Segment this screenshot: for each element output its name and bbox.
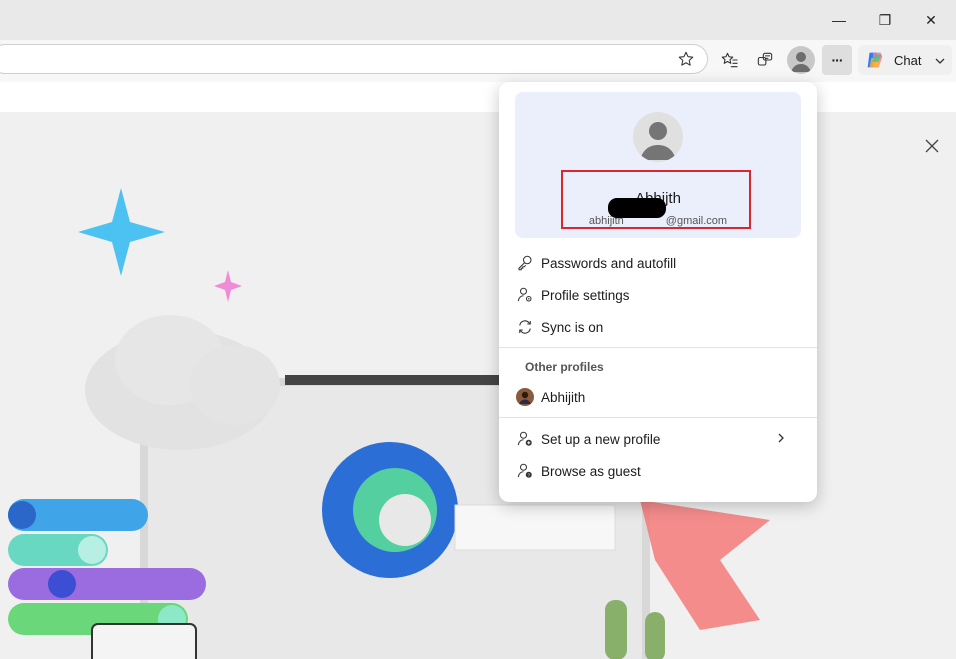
browse-as-guest-item[interactable]: ? Browse as guest xyxy=(515,456,801,486)
copilot-chat-button[interactable]: Chat xyxy=(858,45,952,75)
other-profile-name: Abhijith xyxy=(541,389,586,405)
close-icon: ✕ xyxy=(925,11,937,28)
close-window-button[interactable]: ✕ xyxy=(908,6,954,34)
profile-settings-label: Profile settings xyxy=(541,287,630,303)
address-bar[interactable] xyxy=(0,44,708,74)
menu-divider xyxy=(499,417,817,418)
key-icon xyxy=(518,255,532,271)
add-profile-icon xyxy=(517,431,532,446)
collections-icon xyxy=(757,52,773,66)
minimize-icon: — xyxy=(832,12,846,28)
sync-item[interactable]: Sync is on xyxy=(515,312,801,342)
setup-new-profile-item[interactable]: Set up a new profile xyxy=(515,424,801,454)
browse-as-guest-label: Browse as guest xyxy=(541,463,641,479)
collections-button[interactable] xyxy=(750,45,780,75)
profile-avatar-button[interactable] xyxy=(787,46,815,74)
copilot-icon xyxy=(867,52,883,68)
email-redaction xyxy=(608,198,666,218)
profile-settings-item[interactable]: Profile settings xyxy=(515,280,801,310)
title-bar: — ❐ ✕ xyxy=(0,0,956,40)
chevron-right-icon xyxy=(778,433,784,443)
more-icon: ··· xyxy=(831,52,844,68)
passwords-autofill-label: Passwords and autofill xyxy=(541,255,677,271)
favorite-star-button[interactable] xyxy=(671,44,701,74)
sync-label: Sync is on xyxy=(541,319,604,335)
restore-icon: ❐ xyxy=(878,11,892,28)
menu-divider xyxy=(499,347,817,348)
other-profiles-heading: Other profiles xyxy=(525,360,604,374)
other-profile-item[interactable]: Abhijith xyxy=(515,382,801,412)
profile-avatar xyxy=(633,112,683,162)
email-suffix: @gmail.com xyxy=(665,215,728,227)
close-icon xyxy=(925,139,939,153)
person-icon xyxy=(640,122,676,160)
guest-icon: ? xyxy=(517,463,532,478)
favorites-icon xyxy=(721,52,738,68)
sync-icon xyxy=(519,320,531,334)
restore-button[interactable]: ❐ xyxy=(862,6,908,34)
passwords-autofill-item[interactable]: Passwords and autofill xyxy=(515,248,801,278)
profile-photo-icon xyxy=(516,388,534,406)
person-icon xyxy=(791,52,811,72)
favorites-button[interactable] xyxy=(715,45,745,75)
chat-label: Chat xyxy=(894,52,922,68)
profile-menu: Abhijth abhijith@gmail.com Passwords and… xyxy=(499,82,817,502)
close-panel-button[interactable] xyxy=(918,132,946,160)
chevron-down-icon xyxy=(935,58,945,64)
settings-more-button[interactable]: ··· xyxy=(822,45,852,75)
star-icon xyxy=(678,51,694,66)
setup-new-profile-label: Set up a new profile xyxy=(541,431,661,447)
profile-settings-icon xyxy=(517,287,532,302)
minimize-button[interactable]: — xyxy=(816,6,862,34)
